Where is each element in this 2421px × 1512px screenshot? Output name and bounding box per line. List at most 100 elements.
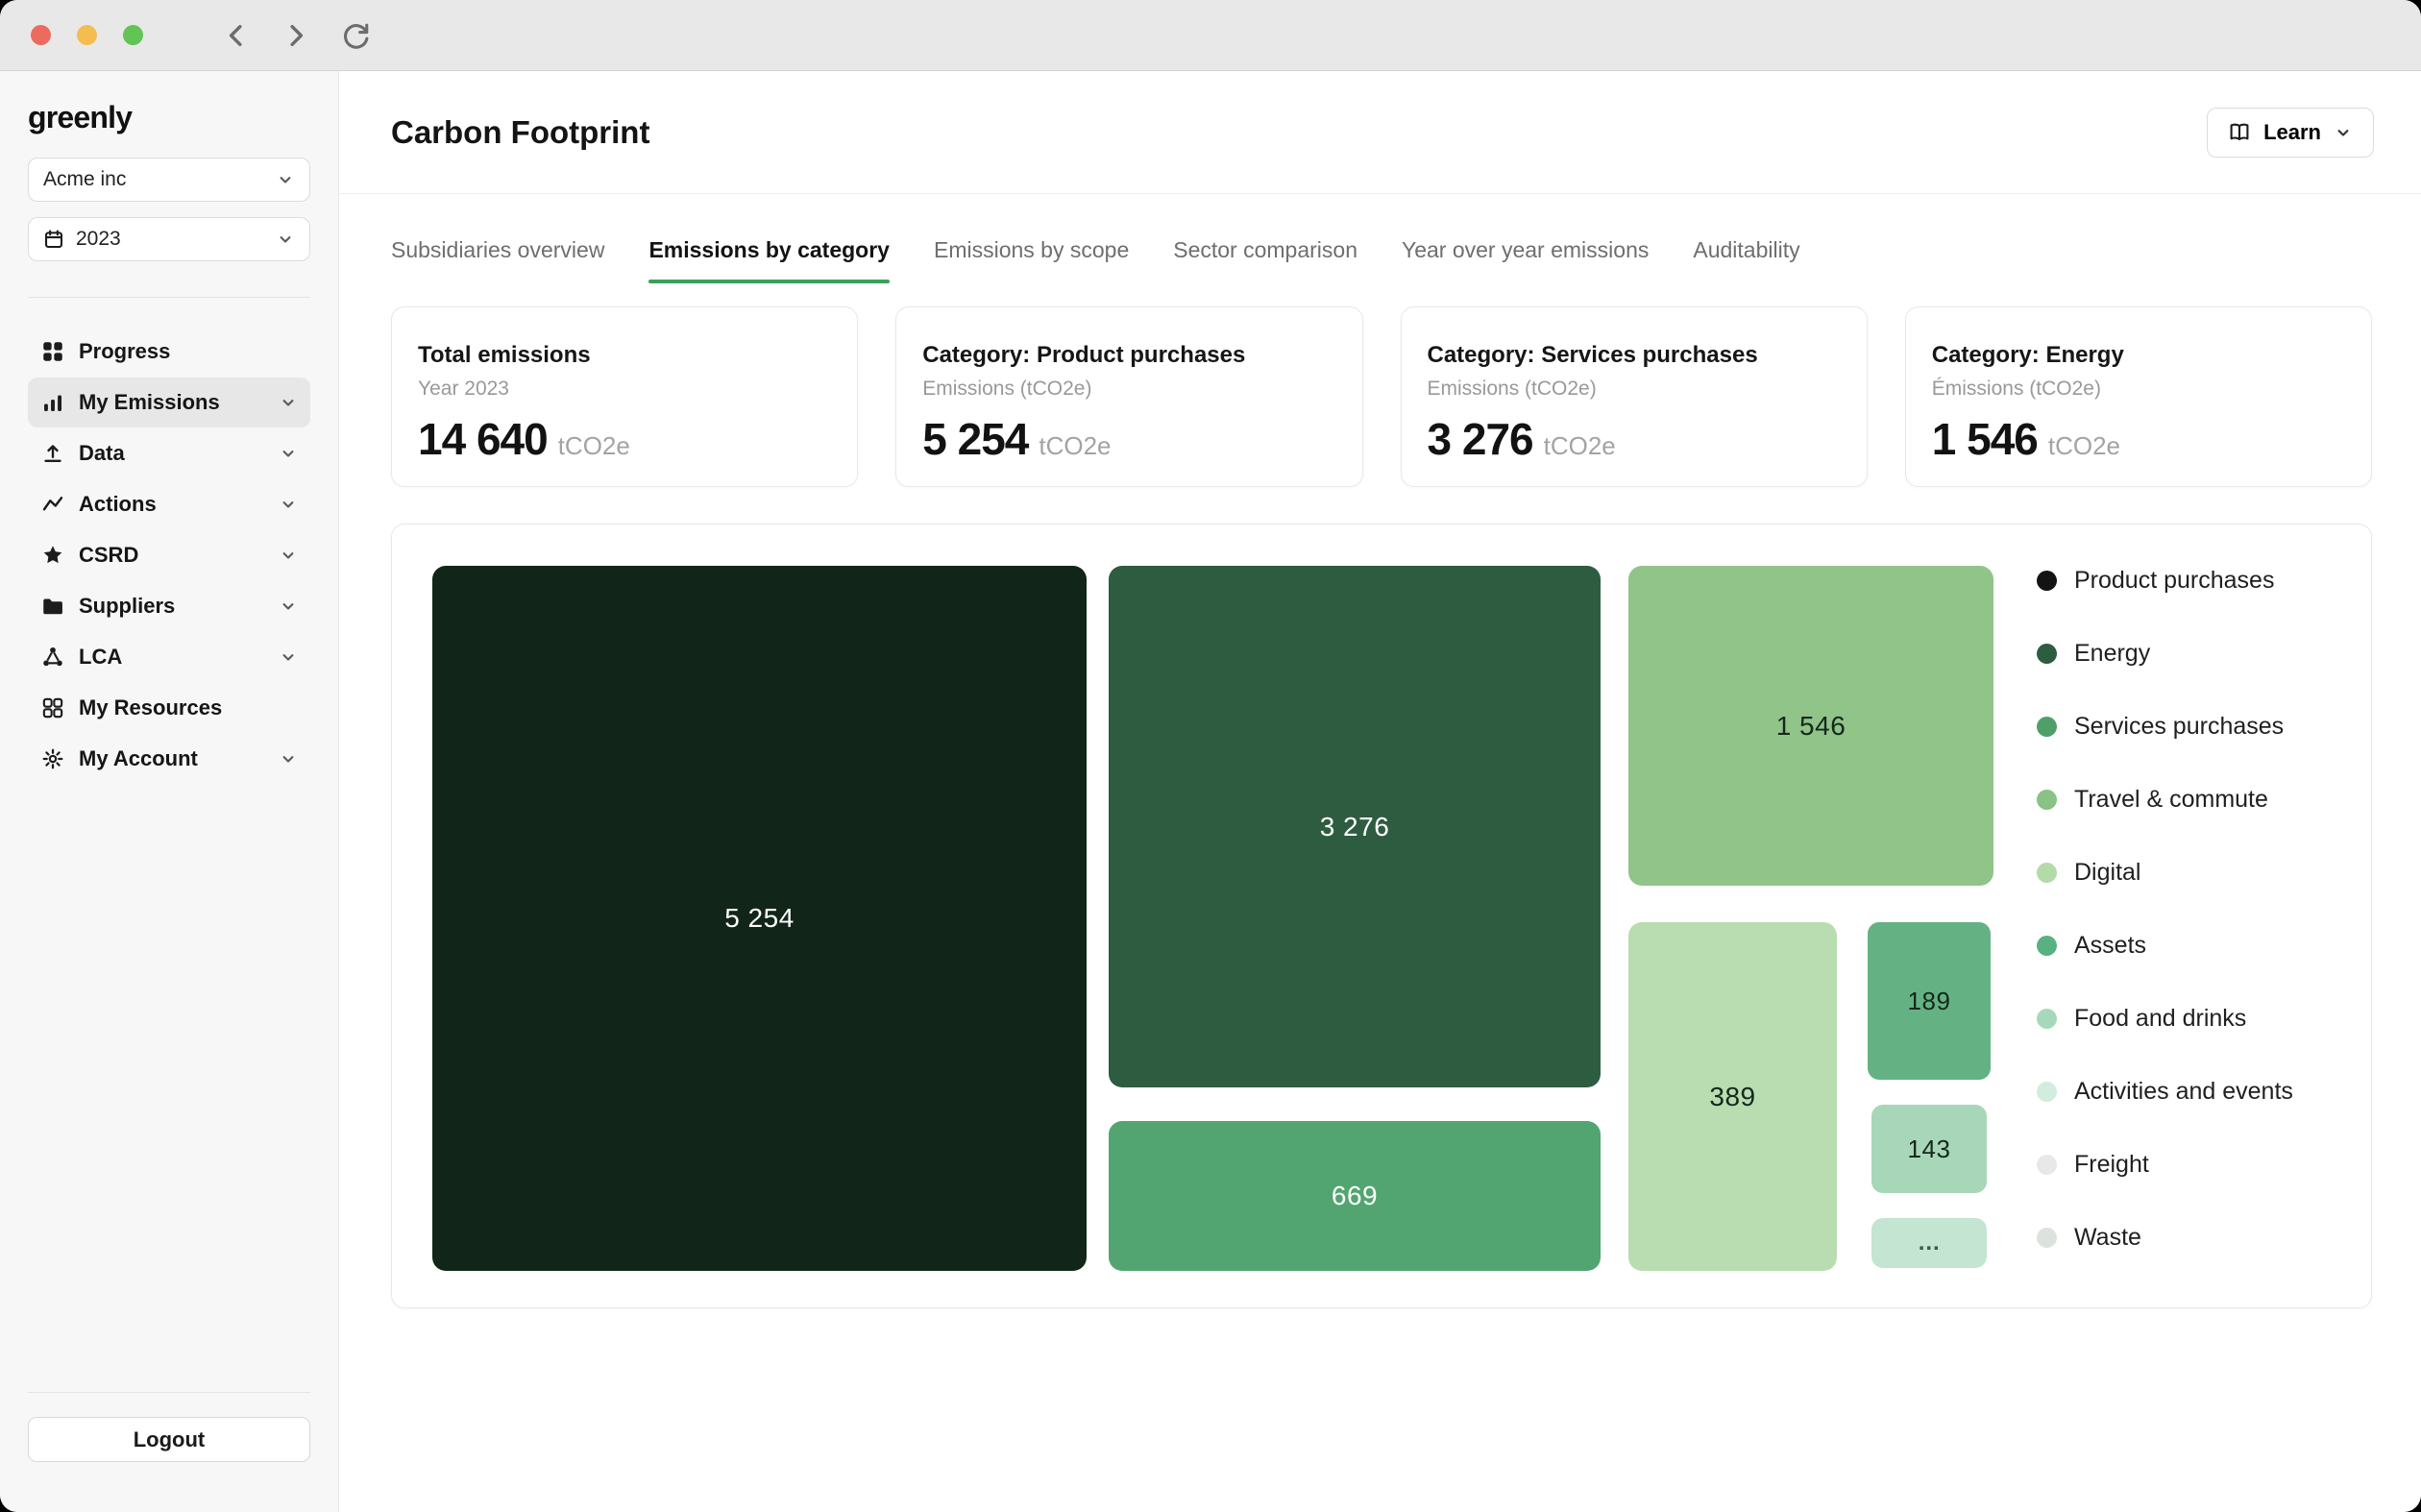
main-content: Carbon Footprint Learn Subsidiaries over… xyxy=(339,71,2421,1512)
card-title: Category: Energy xyxy=(1932,342,2345,369)
traffic-lights xyxy=(31,25,143,45)
tile-value: 669 xyxy=(1332,1181,1378,1211)
sidebar-menu: Progress My Emissions Data Actions xyxy=(28,327,310,784)
legend-label: Waste xyxy=(2074,1224,2141,1252)
organization-select[interactable]: Acme inc xyxy=(28,158,310,202)
sidebar-item-label: My Emissions xyxy=(79,390,220,415)
treemap-legend: Product purchases Energy Services purcha… xyxy=(2037,544,2293,1274)
sidebar-item-suppliers[interactable]: Suppliers xyxy=(28,581,310,631)
legend-dot xyxy=(2037,571,2057,591)
tile-value: 1 546 xyxy=(1776,711,1846,742)
chevron-down-icon xyxy=(279,647,298,667)
legend-label: Energy xyxy=(2074,640,2150,668)
stat-cards-row: Total emissions Year 2023 14 640 tCO2e Ca… xyxy=(391,306,2372,487)
tab-sector-comparison[interactable]: Sector comparison xyxy=(1173,237,1357,283)
tile-value: 143 xyxy=(1908,1134,1951,1164)
treemap-tile[interactable]: 669 xyxy=(1109,1121,1601,1271)
calendar-icon xyxy=(43,229,64,250)
back-icon[interactable] xyxy=(214,13,258,58)
legend-dot xyxy=(2037,1155,2057,1175)
sidebar-item-csrd[interactable]: CSRD xyxy=(28,530,310,580)
sidebar-item-label: Data xyxy=(79,441,125,466)
card-unit: tCO2e xyxy=(2048,431,2120,461)
sidebar-divider xyxy=(28,297,310,298)
card-unit: tCO2e xyxy=(1039,431,1111,461)
tile-value: 5 254 xyxy=(724,903,795,934)
legend-label: Freight xyxy=(2074,1151,2149,1179)
logout-button[interactable]: Logout xyxy=(28,1417,310,1462)
sidebar-item-my-account[interactable]: My Account xyxy=(28,734,310,784)
legend-dot xyxy=(2037,644,2057,664)
legend-item-digital[interactable]: Digital xyxy=(2037,836,2293,909)
legend-label: Activities and events xyxy=(2074,1078,2293,1106)
tab-emissions-by-scope[interactable]: Emissions by scope xyxy=(934,237,1129,283)
legend-label: Food and drinks xyxy=(2074,1005,2246,1033)
treemap-tile[interactable]: 5 254 xyxy=(432,566,1087,1271)
sidebar-item-actions[interactable]: Actions xyxy=(28,479,310,529)
legend-item-waste[interactable]: Waste xyxy=(2037,1201,2293,1274)
tab-subsidiaries-overview[interactable]: Subsidiaries overview xyxy=(391,237,604,283)
minimize-window-button[interactable] xyxy=(77,25,97,45)
sidebar-item-label: CSRD xyxy=(79,543,138,568)
sidebar-item-progress[interactable]: Progress xyxy=(28,327,310,377)
card-value: 5 254 xyxy=(922,413,1028,465)
sidebar-item-label: Progress xyxy=(79,339,170,364)
star-icon xyxy=(40,543,65,568)
card-value: 14 640 xyxy=(418,413,548,465)
treemap-card: 5 254 3 276 669 1 546 389 189 143 … Prod… xyxy=(391,524,2372,1308)
card-title: Category: Product purchases xyxy=(922,342,1335,369)
legend-dot xyxy=(2037,790,2057,810)
legend-dot xyxy=(2037,863,2057,883)
treemap-tile-overflow[interactable]: … xyxy=(1871,1218,1987,1268)
legend-item-travel-commute[interactable]: Travel & commute xyxy=(2037,763,2293,836)
sidebar-item-lca[interactable]: LCA xyxy=(28,632,310,682)
legend-item-activities-and-events[interactable]: Activities and events xyxy=(2037,1055,2293,1128)
tile-value: … xyxy=(1918,1230,1942,1256)
folder-icon xyxy=(40,594,65,619)
legend-item-freight[interactable]: Freight xyxy=(2037,1128,2293,1201)
card-value: 3 276 xyxy=(1428,413,1533,465)
card-unit: tCO2e xyxy=(558,431,630,461)
bar-chart-icon xyxy=(40,390,65,415)
product-purchases-card: Category: Product purchases Emissions (t… xyxy=(895,306,1362,487)
card-title: Total emissions xyxy=(418,342,831,369)
treemap-tile[interactable]: 1 546 xyxy=(1628,566,1993,886)
treemap-tile[interactable]: 143 xyxy=(1871,1105,1987,1193)
card-subtitle: Emissions (tCO2e) xyxy=(922,378,1335,401)
treemap-tile[interactable]: 3 276 xyxy=(1109,566,1601,1087)
legend-item-energy[interactable]: Energy xyxy=(2037,617,2293,690)
year-select[interactable]: 2023 xyxy=(28,217,310,261)
book-icon xyxy=(2228,121,2251,144)
legend-item-services-purchases[interactable]: Services purchases xyxy=(2037,690,2293,763)
zoom-window-button[interactable] xyxy=(123,25,143,45)
legend-item-food-and-drinks[interactable]: Food and drinks xyxy=(2037,982,2293,1055)
card-subtitle: Year 2023 xyxy=(418,378,831,401)
chevron-down-icon xyxy=(279,749,298,768)
grid-icon xyxy=(40,695,65,720)
card-title: Category: Services purchases xyxy=(1428,342,1841,369)
tab-auditability[interactable]: Auditability xyxy=(1693,237,1799,283)
sidebar-item-data[interactable]: Data xyxy=(28,428,310,478)
energy-card: Category: Energy Émissions (tCO2e) 1 546… xyxy=(1905,306,2372,487)
sidebar-item-my-emissions[interactable]: My Emissions xyxy=(28,378,310,427)
treemap-tile[interactable]: 389 xyxy=(1628,922,1837,1271)
tab-year-over-year-emissions[interactable]: Year over year emissions xyxy=(1402,237,1649,283)
forward-icon[interactable] xyxy=(274,13,318,58)
close-window-button[interactable] xyxy=(31,25,51,45)
card-unit: tCO2e xyxy=(1544,431,1616,461)
sidebar-item-my-resources[interactable]: My Resources xyxy=(28,683,310,733)
sidebar-item-label: Suppliers xyxy=(79,594,175,619)
chevron-down-icon xyxy=(279,597,298,616)
legend-item-assets[interactable]: Assets xyxy=(2037,909,2293,982)
total-emissions-card: Total emissions Year 2023 14 640 tCO2e xyxy=(391,306,858,487)
grid-icon xyxy=(40,339,65,364)
treemap-tile[interactable]: 189 xyxy=(1868,922,1991,1080)
learn-button[interactable]: Learn xyxy=(2207,108,2374,158)
legend-label: Digital xyxy=(2074,859,2140,887)
legend-item-product-purchases[interactable]: Product purchases xyxy=(2037,544,2293,617)
chevron-down-icon xyxy=(2334,123,2353,142)
trend-icon xyxy=(40,492,65,517)
sidebar-divider xyxy=(28,1392,310,1393)
tab-emissions-by-category[interactable]: Emissions by category xyxy=(648,237,890,283)
reload-icon[interactable] xyxy=(333,13,378,58)
